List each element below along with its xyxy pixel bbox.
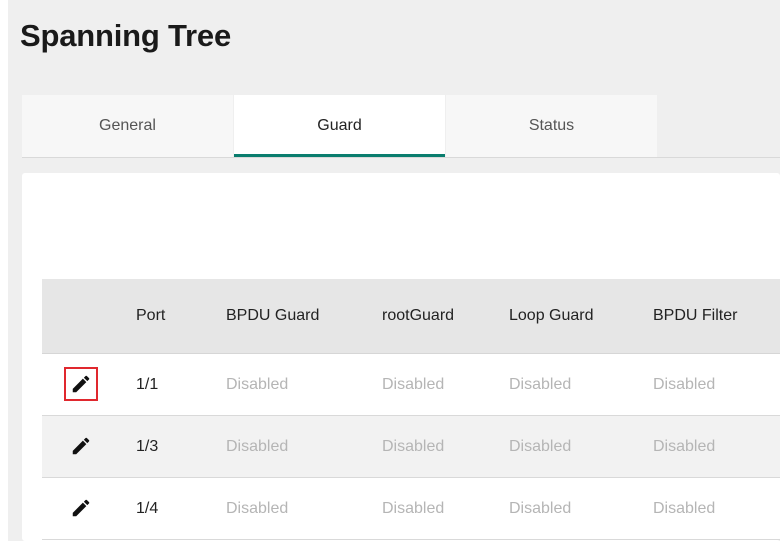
loop-guard-cell: Disabled bbox=[509, 438, 572, 455]
bpdu-filter-cell: Disabled bbox=[653, 500, 716, 517]
column-header-bpdu-guard[interactable]: BPDU Guard bbox=[226, 279, 319, 353]
root-guard-cell: Disabled bbox=[382, 376, 445, 393]
page-title: Spanning Tree bbox=[20, 18, 231, 53]
bpdu-guard-cell: Disabled bbox=[226, 438, 289, 455]
table-row: 1/3 Disabled Disabled Disabled Disabled bbox=[42, 416, 780, 478]
tab-general[interactable]: General bbox=[22, 95, 233, 157]
column-header-root-guard[interactable]: rootGuard bbox=[382, 279, 454, 353]
table-row: 1/1 Disabled Disabled Disabled Disabled bbox=[42, 354, 780, 416]
port-cell: 1/3 bbox=[136, 438, 159, 455]
app-frame: Spanning Tree General Guard Status Port … bbox=[8, 0, 780, 541]
pencil-icon bbox=[72, 375, 90, 393]
loop-guard-cell: Disabled bbox=[509, 376, 572, 393]
port-cell: 1/1 bbox=[136, 376, 159, 393]
column-header-loop-guard[interactable]: Loop Guard bbox=[509, 279, 594, 353]
tab-status[interactable]: Status bbox=[446, 95, 657, 157]
edit-button[interactable] bbox=[64, 429, 98, 463]
bpdu-filter-cell: Disabled bbox=[653, 438, 716, 455]
port-cell: 1/4 bbox=[136, 500, 159, 517]
edit-button[interactable] bbox=[64, 491, 98, 525]
column-header-port[interactable]: Port bbox=[136, 279, 165, 353]
root-guard-cell: Disabled bbox=[382, 438, 445, 455]
table-header: Port BPDU Guard rootGuard Loop Guard BPD… bbox=[42, 279, 780, 354]
pencil-icon bbox=[72, 437, 90, 455]
bpdu-guard-cell: Disabled bbox=[226, 376, 289, 393]
pencil-icon bbox=[72, 499, 90, 517]
loop-guard-cell: Disabled bbox=[509, 500, 572, 517]
edit-button[interactable] bbox=[64, 367, 98, 401]
column-header-bpdu-filter[interactable]: BPDU Filter bbox=[653, 279, 737, 353]
tab-bar: General Guard Status bbox=[22, 95, 780, 158]
tab-guard[interactable]: Guard bbox=[234, 95, 445, 157]
root-guard-cell: Disabled bbox=[382, 500, 445, 517]
guard-table: Port BPDU Guard rootGuard Loop Guard BPD… bbox=[42, 279, 780, 540]
content-card: Port BPDU Guard rootGuard Loop Guard BPD… bbox=[22, 173, 780, 541]
bpdu-filter-cell: Disabled bbox=[653, 376, 716, 393]
bpdu-guard-cell: Disabled bbox=[226, 500, 289, 517]
table-row: 1/4 Disabled Disabled Disabled Disabled bbox=[42, 478, 780, 540]
